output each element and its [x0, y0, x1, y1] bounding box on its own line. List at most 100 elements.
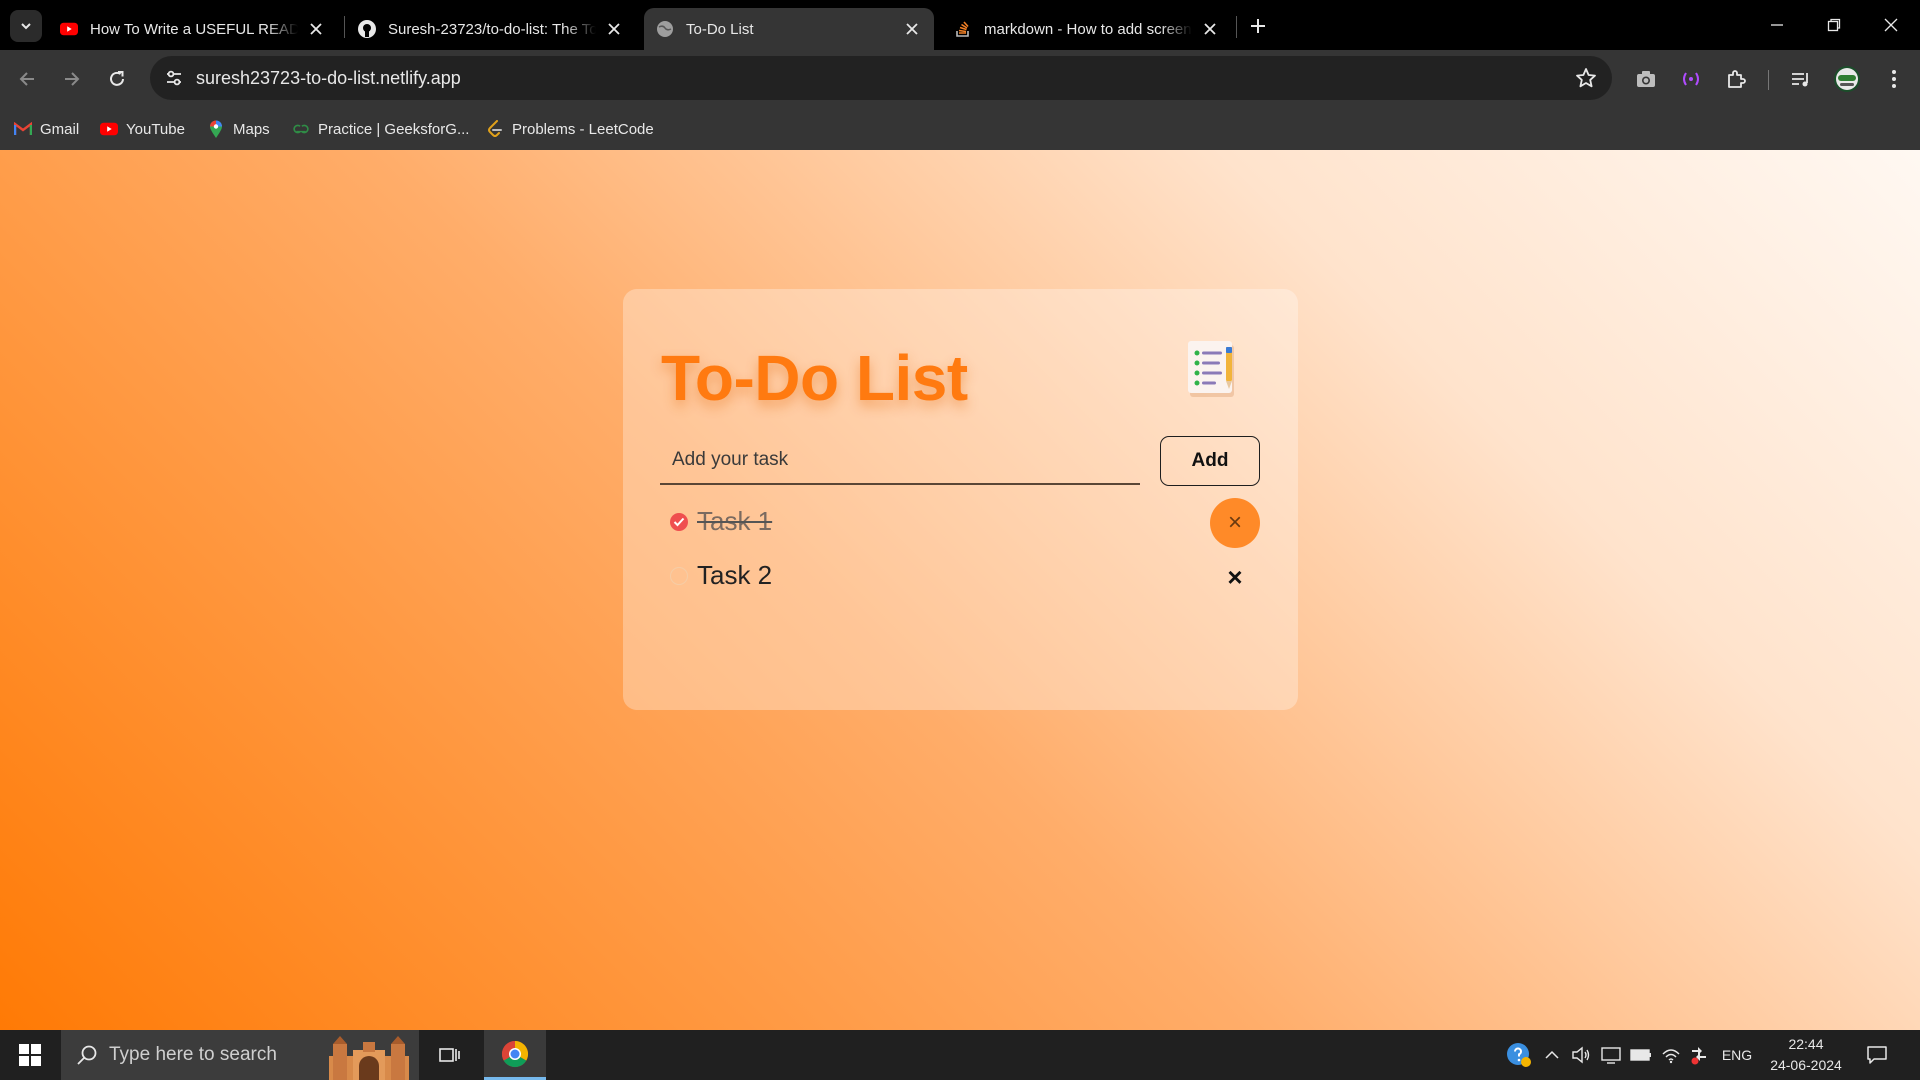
bookmark-youtube[interactable]: YouTube [100, 116, 185, 142]
tab-title: To-Do List [686, 20, 754, 38]
language-indicator[interactable]: ENG [1714, 1030, 1760, 1080]
tab-github-repo[interactable]: Suresh-23723/to-do-list: The To [346, 8, 636, 50]
close-icon[interactable] [306, 19, 326, 39]
bookmarks-bar: Gmail YouTube Maps Practice | GeeksforG.… [0, 108, 1920, 150]
task-item[interactable]: Task 1 × [670, 498, 1260, 548]
wifi-icon[interactable] [1658, 1030, 1684, 1080]
youtube-icon [100, 120, 118, 138]
tab-search-button[interactable] [10, 10, 42, 42]
restore-button[interactable] [1805, 0, 1863, 50]
taskbar-search-box[interactable]: Type here to search [61, 1030, 419, 1080]
action-center-icon[interactable] [1862, 1040, 1892, 1070]
notification-app-icon[interactable] [1686, 1030, 1712, 1080]
reload-button[interactable] [100, 62, 134, 96]
add-button[interactable]: Add [1160, 436, 1260, 486]
arrow-left-icon [19, 72, 34, 86]
extension-broadcast-icon[interactable] [1676, 64, 1706, 94]
tab-divider [344, 16, 345, 38]
task-text: Task 2 [697, 560, 773, 590]
bookmark-label: Practice | GeeksforG... [318, 120, 470, 138]
show-hidden-icons-chevron-icon[interactable] [1540, 1030, 1564, 1080]
task-view-button[interactable] [430, 1030, 470, 1080]
toolbar-divider [1768, 70, 1769, 90]
close-icon [1884, 18, 1898, 32]
bookmark-label: Problems - LeetCode [512, 120, 654, 138]
browser-toolbar: suresh23723-to-do-list.netlify.app [0, 50, 1920, 108]
checked-icon[interactable] [670, 513, 688, 531]
page-viewport: To-Do List Add Task 1 × [0, 150, 1920, 1030]
bookmark-leetcode[interactable]: Problems - LeetCode [486, 116, 654, 142]
close-icon: × [1227, 509, 1242, 536]
url-text: suresh23723-to-do-list.netlify.app [196, 68, 461, 88]
app-title: To-Do List [661, 342, 968, 414]
youtube-icon [60, 20, 78, 38]
maps-icon [207, 120, 225, 138]
search-placeholder: Type here to search [109, 1044, 277, 1065]
unchecked-icon[interactable] [670, 567, 688, 585]
tab-divider [1236, 16, 1237, 38]
address-bar[interactable]: suresh23723-to-do-list.netlify.app [150, 56, 1612, 100]
globe-icon [656, 20, 674, 38]
chrome-icon [501, 1040, 529, 1067]
clock-time: 22:44 [1788, 1036, 1824, 1052]
delete-task-button[interactable]: × [1210, 552, 1260, 602]
tab-todo-list[interactable]: To-Do List [644, 8, 934, 50]
tab-title: Suresh-23723/to-do-list: The To [388, 20, 596, 38]
bookmark-label: Maps [233, 120, 270, 138]
site-settings-icon[interactable] [162, 66, 186, 90]
delete-task-button[interactable]: × [1210, 498, 1260, 548]
minimize-button[interactable] [1748, 0, 1806, 50]
close-icon[interactable] [1200, 19, 1220, 39]
chevron-down-icon [21, 23, 31, 30]
tab-stackoverflow[interactable]: markdown - How to add screen [942, 8, 1232, 50]
windows-logo-icon [19, 1044, 41, 1066]
close-icon: × [1227, 562, 1243, 592]
gmail-icon [14, 120, 32, 138]
profile-avatar[interactable] [1832, 64, 1862, 94]
leetcode-icon [486, 120, 504, 138]
chrome-taskbar-button[interactable] [484, 1030, 546, 1080]
bookmark-star-icon[interactable] [1574, 66, 1598, 90]
media-control-icon[interactable] [1786, 64, 1816, 94]
clock-date: 24-06-2024 [1770, 1057, 1842, 1073]
close-icon[interactable] [604, 19, 624, 39]
task-text: Task 1 [697, 506, 773, 536]
clock[interactable]: 22:44 24-06-2024 [1764, 1034, 1848, 1076]
arrow-right-icon [65, 72, 80, 86]
minimize-icon [1771, 24, 1783, 26]
search-highlight-illustration [329, 1036, 409, 1080]
bookmark-label: YouTube [126, 120, 185, 138]
bookmark-label: Gmail [40, 120, 80, 138]
task-view-icon [439, 1048, 460, 1062]
stackoverflow-icon [954, 20, 972, 38]
battery-icon[interactable] [1628, 1030, 1654, 1080]
forward-button[interactable] [55, 62, 89, 96]
back-button[interactable] [10, 62, 44, 96]
bookmark-maps[interactable]: Maps [207, 116, 270, 142]
extensions-puzzle-icon[interactable] [1721, 64, 1751, 94]
tab-title: markdown - How to add screen [984, 20, 1192, 38]
windows-taskbar: Type here to search ENG 22:44 24-06-2024 [0, 1030, 1920, 1080]
geeksforgeeks-icon [292, 120, 310, 138]
todo-card: To-Do List Add Task 1 × [623, 289, 1298, 710]
tab-readme-video[interactable]: How To Write a USEFUL READM [48, 8, 338, 50]
tab-title: How To Write a USEFUL READM [90, 20, 298, 38]
github-icon [358, 20, 376, 38]
close-window-button[interactable] [1862, 0, 1920, 50]
help-icon[interactable] [1504, 1030, 1534, 1080]
camera-icon[interactable] [1631, 64, 1661, 94]
task-input[interactable] [660, 437, 1140, 485]
bookmark-gmail[interactable]: Gmail [14, 116, 79, 142]
display-icon[interactable] [1598, 1030, 1624, 1080]
new-tab-button[interactable] [1244, 12, 1272, 40]
restore-icon [1827, 18, 1841, 32]
volume-icon[interactable] [1568, 1030, 1594, 1080]
task-item[interactable]: Task 2 × [670, 552, 1260, 600]
plus-icon [1251, 19, 1265, 33]
more-menu-icon[interactable] [1879, 64, 1909, 94]
close-icon[interactable] [902, 19, 922, 39]
search-icon [77, 1045, 97, 1065]
start-button[interactable] [0, 1030, 60, 1080]
bookmark-geeksforgeeks[interactable]: Practice | GeeksforG... [292, 116, 469, 142]
notepad-icon [1186, 339, 1240, 401]
